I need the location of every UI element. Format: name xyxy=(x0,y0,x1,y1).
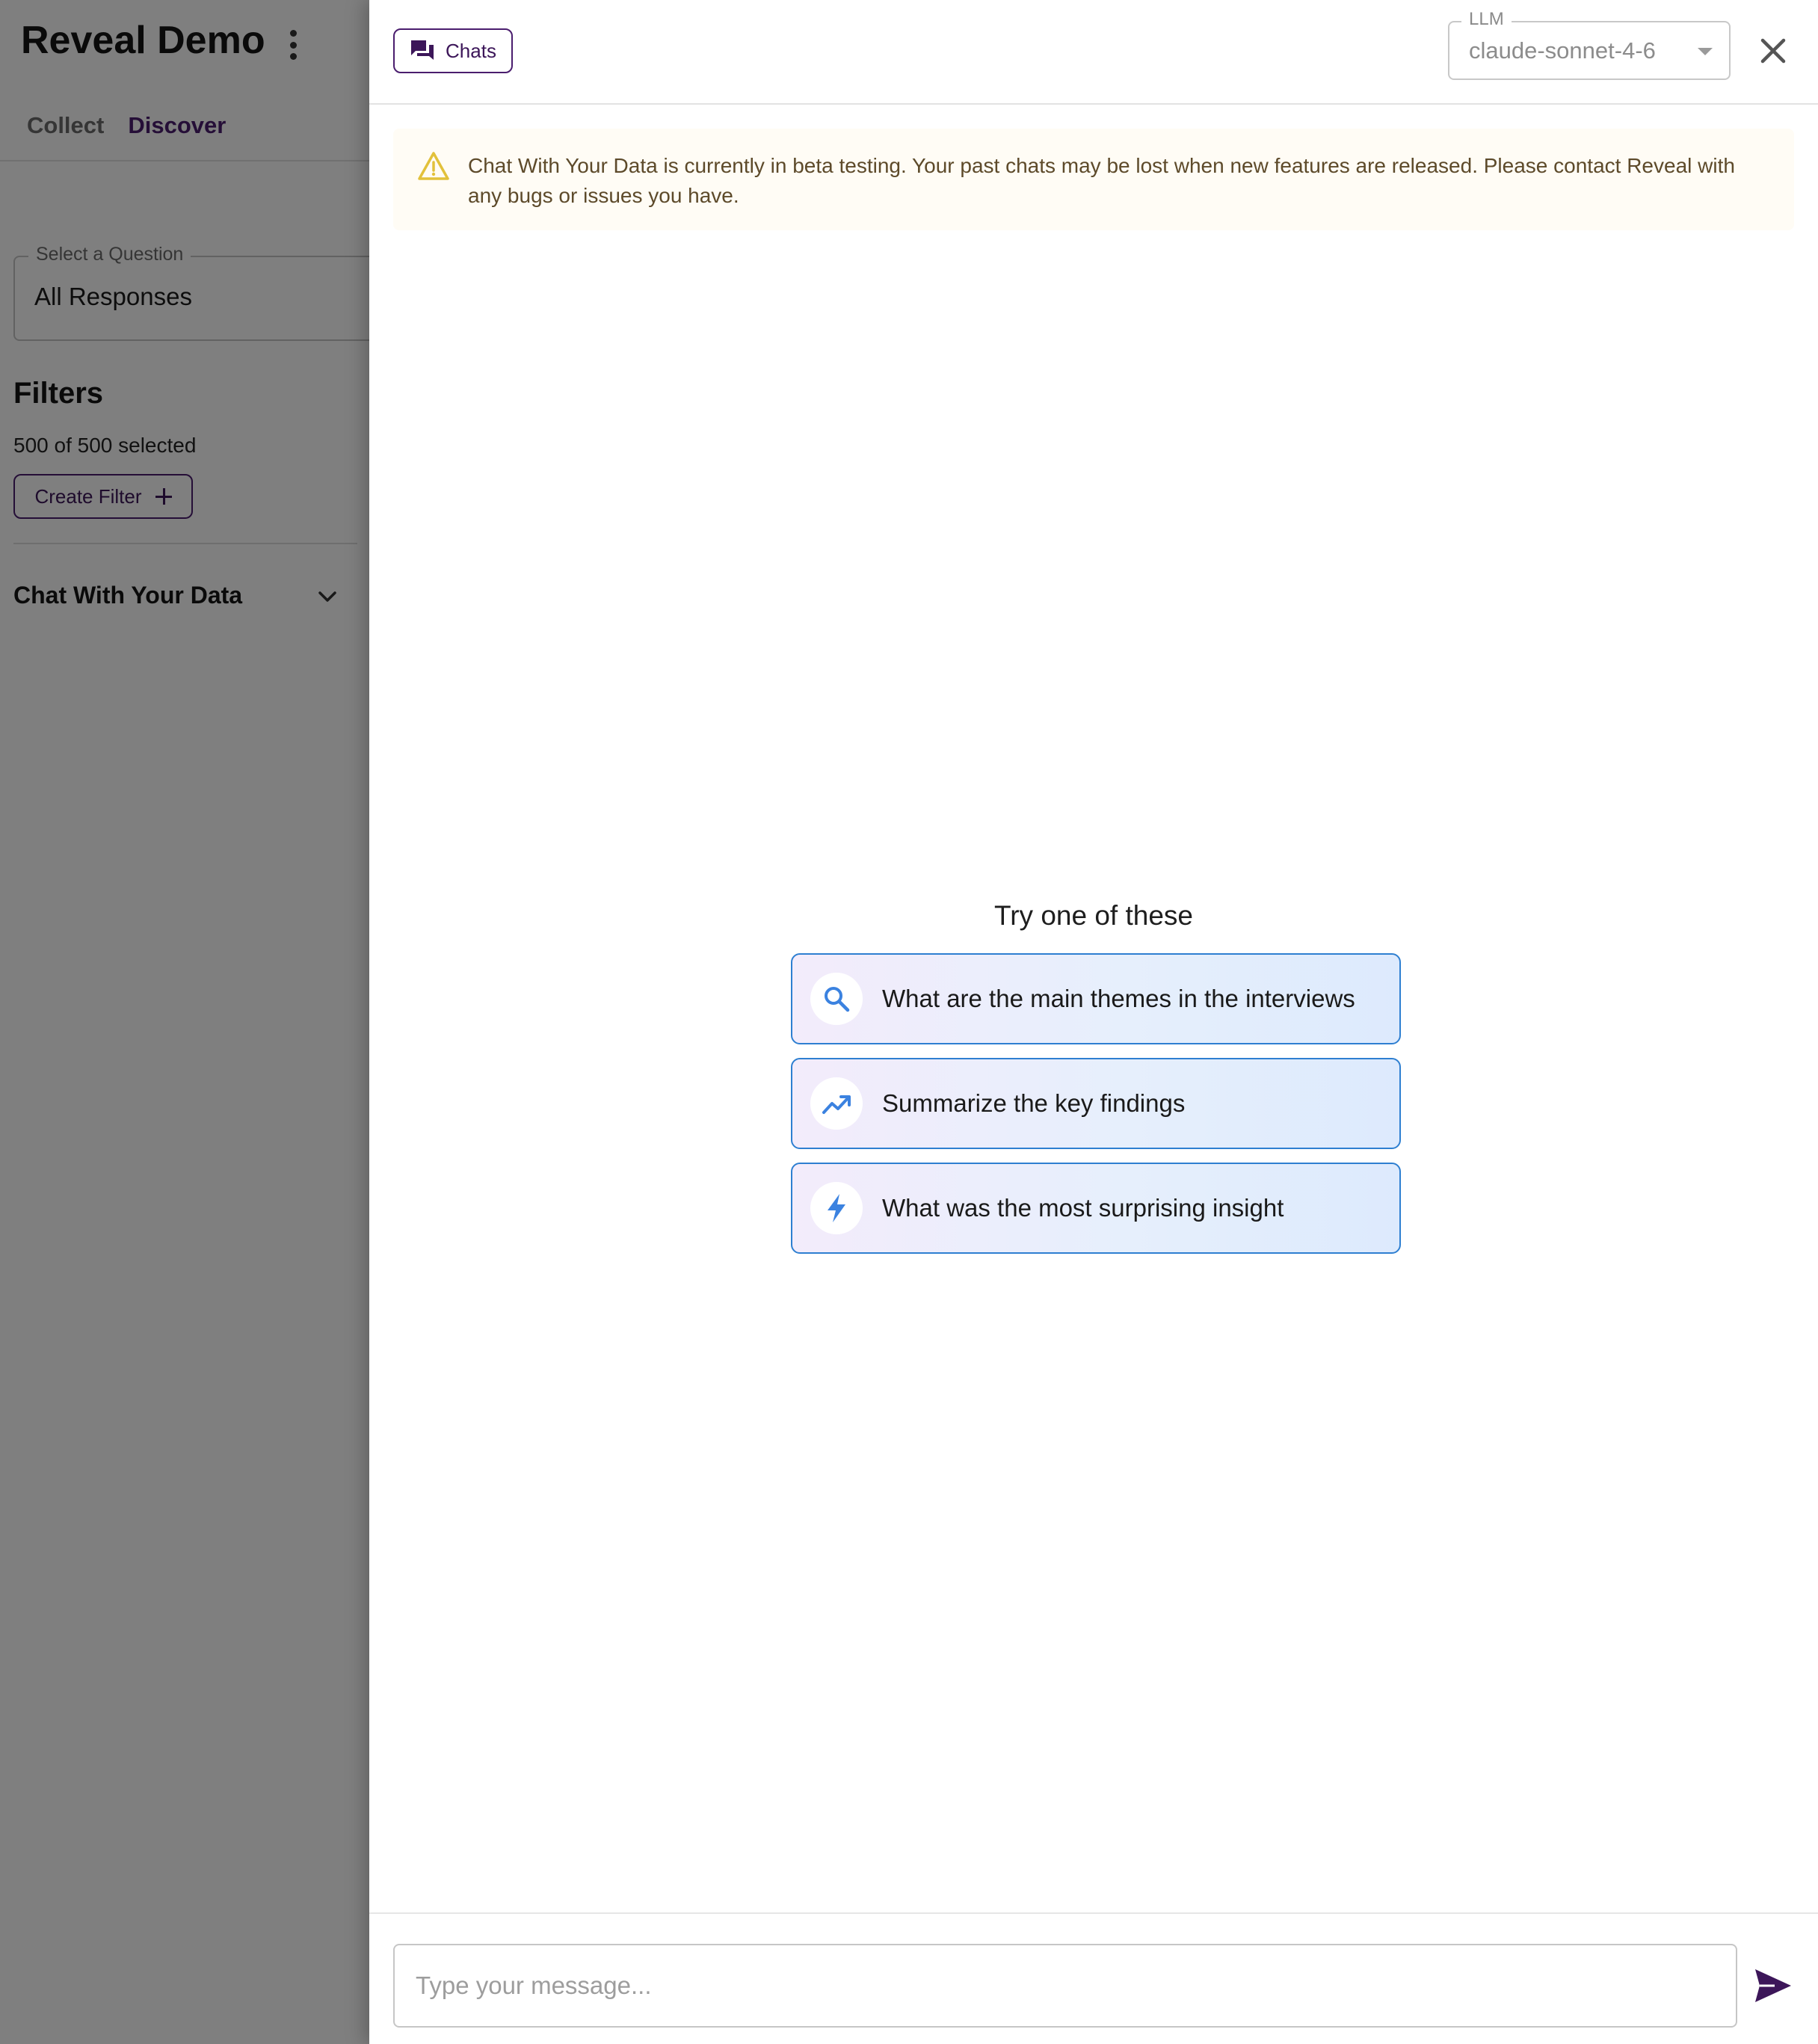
drawer-header: Chats LLM claude-sonnet-4-6 xyxy=(369,0,1818,105)
suggestion-icon-wrap xyxy=(810,973,863,1025)
chat-drawer: Chats LLM claude-sonnet-4-6 Chat With Yo… xyxy=(369,0,1818,2044)
suggestion-button-main-themes[interactable]: What are the main themes in the intervie… xyxy=(791,953,1401,1044)
chats-button-label: Chats xyxy=(446,39,496,62)
suggestion-button-key-findings[interactable]: Summarize the key findings xyxy=(791,1058,1401,1149)
message-input[interactable] xyxy=(393,1944,1737,2028)
llm-select-value: claude-sonnet-4-6 xyxy=(1469,37,1656,64)
send-icon[interactable] xyxy=(1752,1966,1794,2005)
llm-select-label: LLM xyxy=(1461,9,1512,30)
llm-select[interactable]: LLM claude-sonnet-4-6 xyxy=(1448,9,1731,80)
trending-up-icon xyxy=(822,1095,851,1114)
suggestion-button-surprising-insight[interactable]: What was the most surprising insight xyxy=(791,1163,1401,1254)
chats-button[interactable]: Chats xyxy=(393,28,513,73)
dropdown-caret-icon xyxy=(1698,48,1713,55)
composer-divider xyxy=(369,1912,1818,1914)
bolt-icon xyxy=(828,1194,845,1222)
suggestion-icon-wrap xyxy=(810,1182,863,1234)
suggestions-title: Try one of these xyxy=(994,900,1193,931)
suggestion-label: What are the main themes in the intervie… xyxy=(882,985,1355,1012)
chat-bubbles-icon xyxy=(411,40,434,60)
beta-notice-text: Chat With Your Data is currently in beta… xyxy=(468,154,1735,207)
suggestion-label: What was the most surprising insight xyxy=(882,1194,1284,1222)
warning-icon xyxy=(418,152,449,180)
suggestion-icon-wrap xyxy=(810,1077,863,1130)
close-icon[interactable] xyxy=(1755,33,1791,69)
suggestion-label: Summarize the key findings xyxy=(882,1089,1186,1117)
beta-notice: Chat With Your Data is currently in beta… xyxy=(393,129,1794,230)
search-icon xyxy=(825,987,850,1012)
